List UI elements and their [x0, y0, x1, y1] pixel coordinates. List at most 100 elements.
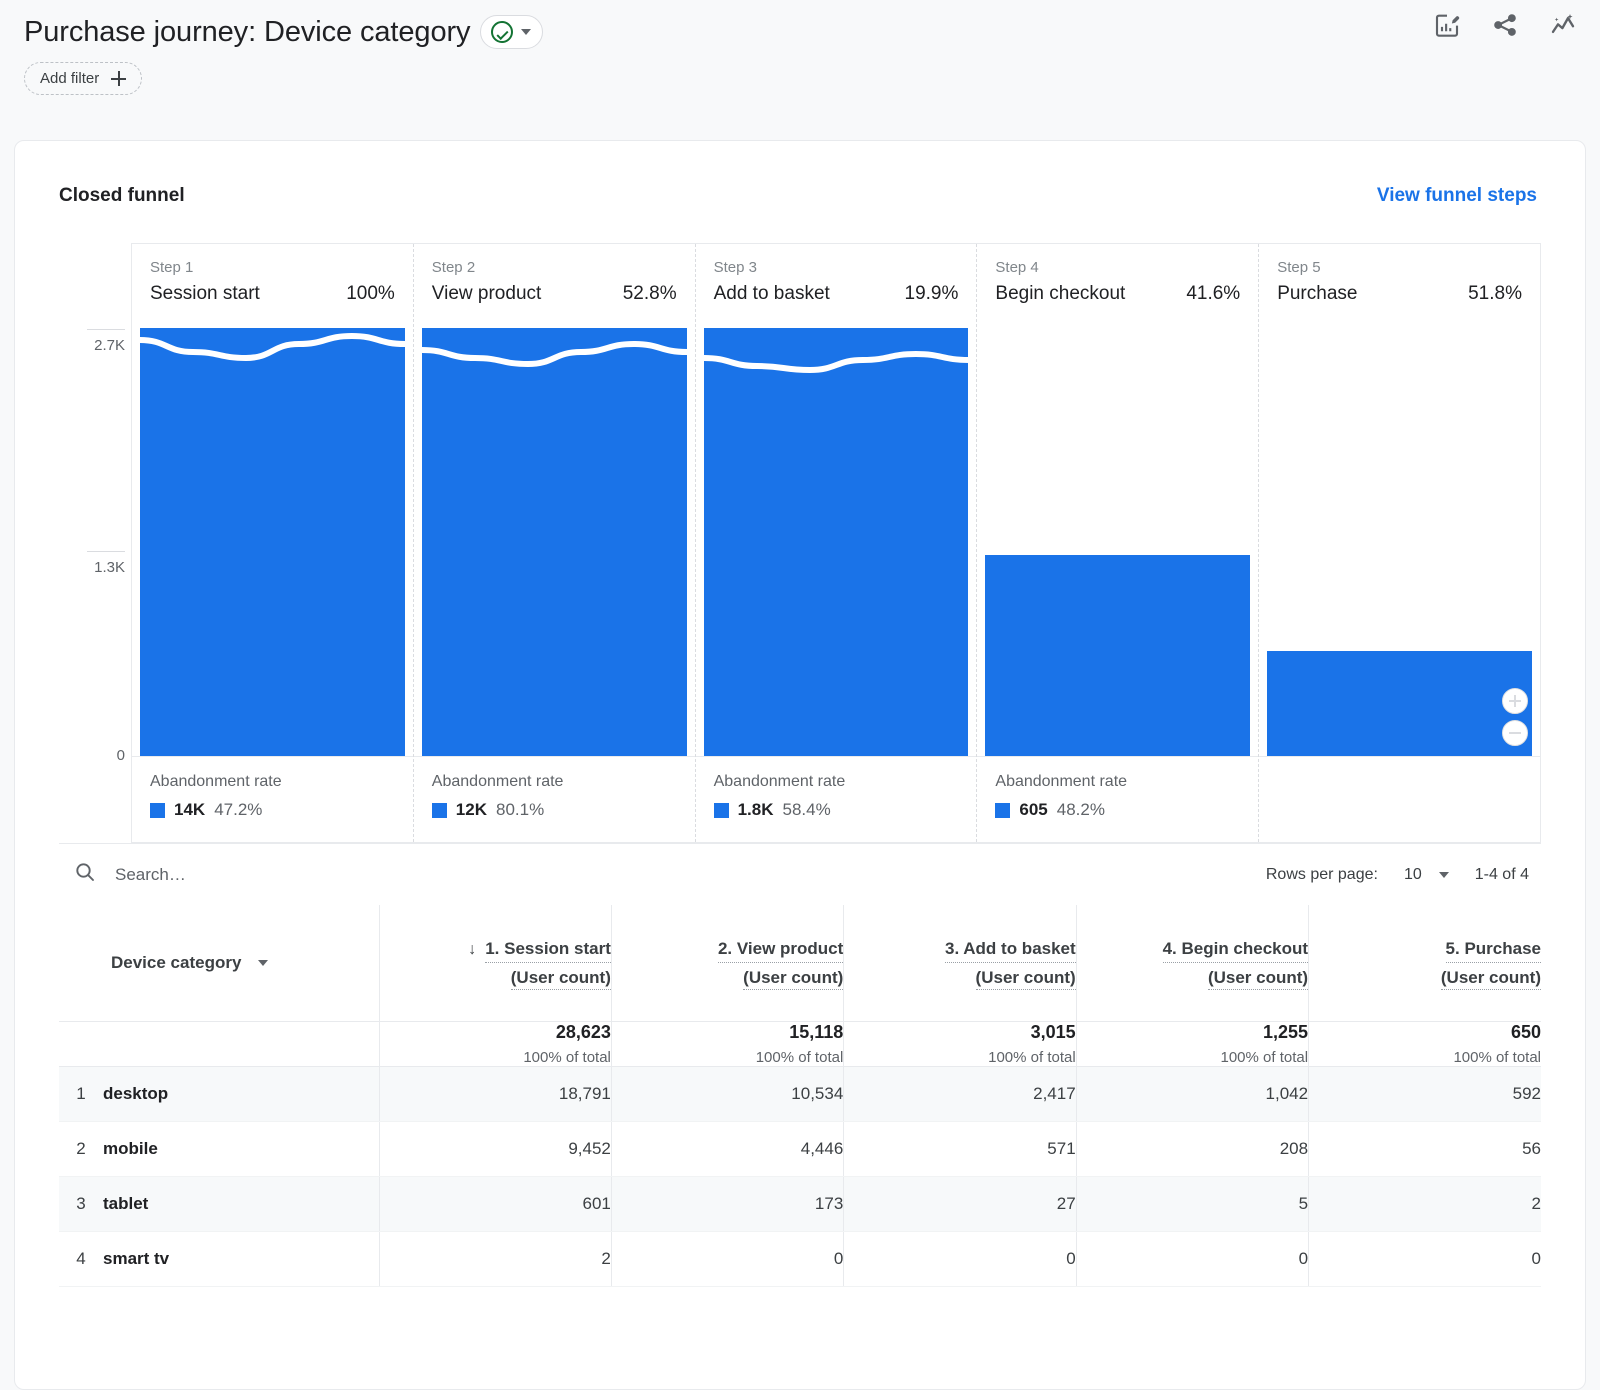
view-funnel-steps-link[interactable]: View funnel steps — [1377, 185, 1537, 207]
row-index: 2 — [59, 1121, 103, 1176]
row-index: 3 — [59, 1176, 103, 1231]
table-totals-row: 28,623100% of total15,118100% of total3,… — [59, 1021, 1541, 1066]
table-header-dimension[interactable]: Device category — [103, 905, 379, 1021]
totals-metric-cell: 3,015100% of total — [844, 1021, 1076, 1066]
funnel-step-name: View product — [432, 283, 542, 305]
totals-dimension-cell — [103, 1021, 379, 1066]
row-dimension[interactable]: smart tv — [103, 1231, 379, 1286]
table-header-index — [59, 905, 103, 1021]
row-metric-value: 18,791 — [379, 1066, 611, 1121]
metric-header-label: 2. View product — [718, 937, 843, 963]
abandonment-count: 12K — [456, 800, 487, 820]
add-filter-button[interactable]: Add filter — [24, 62, 142, 95]
abandonment-percent: 47.2% — [214, 800, 262, 820]
row-metric-value: 0 — [611, 1231, 843, 1286]
totals-index-cell — [59, 1021, 103, 1066]
table-header-metric[interactable]: 4. Begin checkout(User count) — [1076, 905, 1308, 1021]
funnel-step-name: Session start — [150, 283, 260, 305]
insights-icon[interactable] — [1548, 10, 1578, 40]
funnel-step-header: Step 3Add to basket19.9% — [696, 244, 977, 330]
funnel-bar[interactable] — [140, 328, 405, 756]
funnel-bar[interactable] — [985, 555, 1250, 756]
search-box[interactable] — [59, 860, 1266, 889]
abandonment-percent: 80.1% — [496, 800, 544, 820]
row-metric-value: 9,452 — [379, 1121, 611, 1176]
zoom-controls — [1502, 688, 1528, 746]
funnel-step-column: Step 5Purchase51.8% — [1259, 244, 1540, 842]
row-index: 1 — [59, 1066, 103, 1121]
totals-metric-cell: 15,118100% of total — [611, 1021, 843, 1066]
abandonment-rate-label: Abandonment rate — [432, 771, 677, 793]
edit-chart-icon[interactable] — [1432, 10, 1462, 40]
funnel-bar-zone — [1259, 330, 1540, 756]
funnel-step-column: Step 2View product52.8%Abandonment rate1… — [414, 244, 696, 842]
totals-value: 650 — [1309, 1022, 1541, 1043]
table-row[interactable]: 4smart tv20000 — [59, 1231, 1541, 1286]
table-row[interactable]: 1desktop18,79110,5342,4171,042592 — [59, 1066, 1541, 1121]
chevron-down-icon[interactable] — [521, 29, 531, 35]
row-dimension[interactable]: desktop — [103, 1066, 379, 1121]
y-axis-tick-label: 1.3K — [94, 559, 125, 576]
search-input[interactable] — [115, 865, 535, 885]
row-dimension[interactable]: tablet — [103, 1176, 379, 1231]
sort-descending-icon[interactable]: ↓ — [468, 942, 476, 958]
row-metric-value: 27 — [844, 1176, 1076, 1231]
y-axis-tick-line — [87, 329, 125, 330]
table-header-metric[interactable]: 5. Purchase(User count) — [1309, 905, 1541, 1021]
abandonment-rate-label: Abandonment rate — [714, 771, 959, 793]
y-axis-tick-label: 0 — [117, 747, 125, 764]
chevron-down-icon[interactable] — [258, 960, 268, 966]
card-header: Closed funnel View funnel steps — [15, 141, 1585, 207]
funnel-bar[interactable] — [1267, 651, 1532, 756]
table-header-metric[interactable]: 3. Add to basket(User count) — [844, 905, 1076, 1021]
row-metric-value: 571 — [844, 1121, 1076, 1176]
share-icon[interactable] — [1490, 10, 1520, 40]
legend-swatch — [714, 803, 729, 818]
metric-header-sublabel: (User count) — [1441, 968, 1541, 990]
rows-per-page-label: Rows per page: — [1266, 866, 1378, 884]
row-metric-value: 592 — [1309, 1066, 1541, 1121]
funnel-card: Closed funnel View funnel steps 2.7K1.3K… — [14, 140, 1586, 1390]
abandonment-rate-box: Abandonment rate 12K 80.1% — [414, 756, 695, 842]
abandonment-rate-box: Abandonment rate1.8K58.4% — [696, 756, 977, 842]
funnel-step-header: Step 1 Session start 100% — [132, 244, 413, 330]
report-status-chip[interactable] — [480, 15, 543, 49]
funnel-bar-zone — [977, 330, 1258, 756]
funnel-step-number: Step 1 — [150, 257, 395, 279]
funnel-step-name: Purchase — [1277, 283, 1357, 305]
legend-swatch — [432, 803, 447, 818]
funnel-step-header: Step 2View product52.8% — [414, 244, 695, 330]
funnel-step-rate: 100% — [346, 283, 395, 305]
pagination-controls: Rows per page: 10 1-4 of 4 — [1266, 866, 1541, 884]
funnel-plot: Step 1Session start100%Abandonment rate1… — [131, 243, 1541, 843]
funnel-bar[interactable] — [422, 328, 687, 756]
table-body: 1desktop18,79110,5342,4171,0425922mobile… — [59, 1066, 1541, 1286]
y-axis: 2.7K1.3K0 — [59, 243, 131, 843]
table-header-metric[interactable]: 2. View product(User count) — [611, 905, 843, 1021]
funnel-step-name: Add to basket — [714, 283, 830, 305]
abandonment-rate-box: Abandonment rate60548.2% — [977, 756, 1258, 842]
totals-metric-cell: 28,623100% of total — [379, 1021, 611, 1066]
funnel-bar-zone — [414, 330, 695, 756]
totals-sublabel: 100% of total — [1077, 1049, 1308, 1066]
table-header-row: Device category↓1. Session start(User co… — [59, 905, 1541, 1021]
totals-sublabel: 100% of total — [844, 1049, 1075, 1066]
row-metric-value: 56 — [1309, 1121, 1541, 1176]
plus-icon — [111, 71, 126, 86]
row-metric-value: 5 — [1076, 1176, 1308, 1231]
zoom-out-icon[interactable] — [1502, 720, 1528, 746]
metric-header-label: 4. Begin checkout — [1163, 937, 1308, 963]
totals-value: 1,255 — [1077, 1022, 1308, 1043]
funnel-bar[interactable] — [704, 328, 969, 756]
funnel-step-rate: 52.8% — [623, 283, 677, 305]
totals-sublabel: 100% of total — [380, 1049, 611, 1066]
table-row[interactable]: 2mobile9,4524,44657120856 — [59, 1121, 1541, 1176]
row-dimension[interactable]: mobile — [103, 1121, 379, 1176]
table-row[interactable]: 3tablet6011732752 — [59, 1176, 1541, 1231]
funnel-step-rate: 41.6% — [1186, 283, 1240, 305]
rows-per-page-select[interactable]: 10 — [1404, 866, 1449, 884]
header-actions — [1432, 10, 1578, 40]
row-metric-value: 2,417 — [844, 1066, 1076, 1121]
table-header-metric[interactable]: ↓1. Session start(User count) — [379, 905, 611, 1021]
zoom-in-icon[interactable] — [1502, 688, 1528, 714]
